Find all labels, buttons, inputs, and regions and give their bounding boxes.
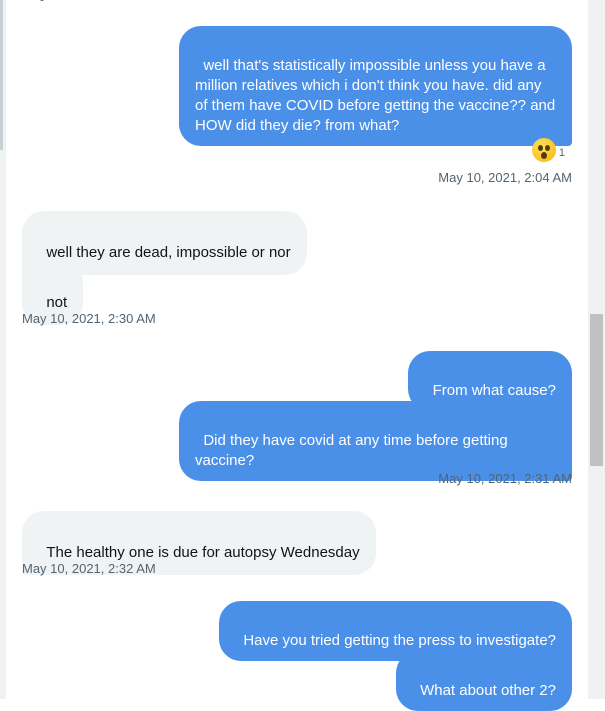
message-reaction[interactable]: 1 [531,138,565,162]
message-timestamp: May 10, 2021, 2:31 AM [438,471,572,486]
scrollbar-thumb[interactable] [590,314,603,466]
left-panel-edge [0,0,6,699]
message-bubble-sent[interactable]: Did they have covid at any time before g… [179,401,572,481]
message-bubble-sent[interactable]: What about other 2? [395,651,572,711]
message-text: From what cause? [432,382,556,399]
reaction-count: 1 [558,147,565,159]
left-panel-scrollbar[interactable] [0,0,3,150]
message-text: not [46,294,68,311]
astonished-face-emoji-icon [531,138,556,162]
overflow-dot [40,0,44,1]
message-text: well they are dead, impossible or nor [46,244,291,261]
scrollbar[interactable] [588,0,605,699]
message-timestamp: May 10, 2021, 2:04 AM [438,170,572,185]
message-timestamp: May 10, 2021, 2:30 AM [22,311,156,326]
message-bubble-sent[interactable]: well that's statistically impossible unl… [179,26,572,146]
message-text: Did they have covid at any time before g… [195,432,512,469]
message-text: What about other 2? [420,682,556,699]
message-text: The healthy one is due for autopsy Wedne… [46,544,360,561]
message-timestamp: May 10, 2021, 2:32 AM [22,561,156,576]
message-text: Have you tried getting the press to inve… [243,632,556,649]
message-text: well that's statistically impossible unl… [195,57,560,134]
